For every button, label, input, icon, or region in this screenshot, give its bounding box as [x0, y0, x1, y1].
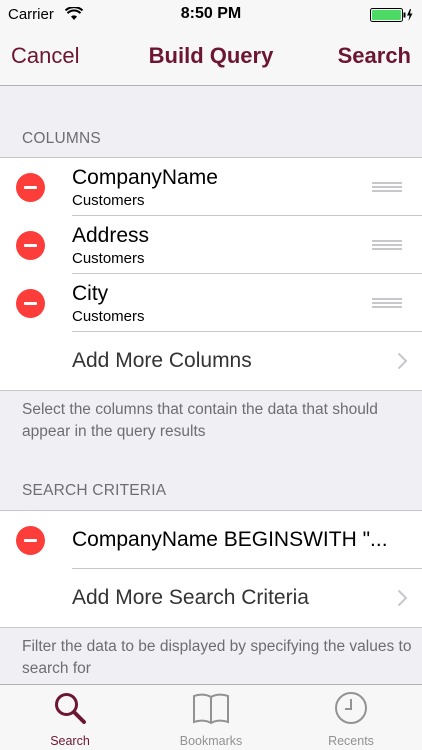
tab-bookmarks-label: Bookmarks — [179, 734, 243, 748]
tab-search[interactable]: Search — [0, 685, 140, 750]
criteria-list: CompanyName BEGINSWITH "... Add More Sea… — [0, 510, 422, 628]
criteria-footer-text: Filter the data to be displayed by speci… — [22, 638, 412, 677]
search-icon — [55, 693, 86, 724]
minus-icon — [24, 302, 37, 305]
tab-bar: Search Bookmarks Recents — [0, 684, 422, 750]
status-bar: Carrier 8:50 PM — [0, 0, 422, 30]
tab-recents-label: Recents — [328, 734, 374, 748]
reorder-handle-icon[interactable] — [372, 182, 402, 192]
delete-column-button[interactable] — [16, 289, 45, 318]
column-row[interactable]: CompanyName Customers — [0, 158, 422, 216]
column-row[interactable]: City Customers — [0, 274, 422, 332]
add-criteria-row[interactable]: Add More Search Criteria — [0, 569, 422, 627]
column-table: Customers — [72, 308, 145, 325]
minus-icon — [24, 244, 37, 247]
status-time: 8:50 PM — [180, 5, 242, 22]
column-row[interactable]: Address Customers — [0, 216, 422, 274]
column-table: Customers — [72, 250, 145, 267]
clock-icon — [335, 692, 367, 724]
delete-criteria-button[interactable] — [16, 526, 45, 555]
chevron-right-icon — [397, 352, 408, 370]
delete-column-button[interactable] — [16, 231, 45, 260]
column-name: City — [72, 282, 109, 305]
add-criteria-label: Add More Search Criteria — [72, 586, 309, 609]
minus-icon — [24, 186, 37, 189]
bookmarks-icon — [193, 693, 229, 725]
criteria-section-header: SEARCH CRITERIA — [22, 482, 167, 499]
criteria-expression: CompanyName BEGINSWITH "... — [72, 528, 388, 551]
criteria-row[interactable]: CompanyName BEGINSWITH "... — [0, 511, 422, 569]
tab-search-label: Search — [50, 734, 90, 748]
column-table: Customers — [72, 192, 145, 209]
reorder-handle-icon[interactable] — [372, 298, 402, 308]
columns-list: CompanyName Customers Address Customers … — [0, 157, 422, 391]
tab-recents[interactable]: Recents — [281, 685, 421, 750]
tab-bookmarks[interactable]: Bookmarks — [141, 685, 281, 750]
columns-footer-text: Select the columns that contain the data… — [22, 401, 378, 440]
column-name: CompanyName — [72, 166, 218, 189]
columns-section-header: COLUMNS — [22, 130, 101, 147]
search-button[interactable]: Search — [338, 43, 411, 69]
delete-column-button[interactable] — [16, 173, 45, 202]
reorder-handle-icon[interactable] — [372, 240, 402, 250]
minus-icon — [24, 539, 37, 542]
add-columns-label: Add More Columns — [72, 349, 252, 372]
add-columns-row[interactable]: Add More Columns — [0, 332, 422, 390]
column-name: Address — [72, 224, 150, 247]
chevron-right-icon — [397, 589, 408, 607]
navigation-bar: Cancel Build Query Search — [0, 30, 422, 86]
battery-icon — [370, 8, 413, 22]
